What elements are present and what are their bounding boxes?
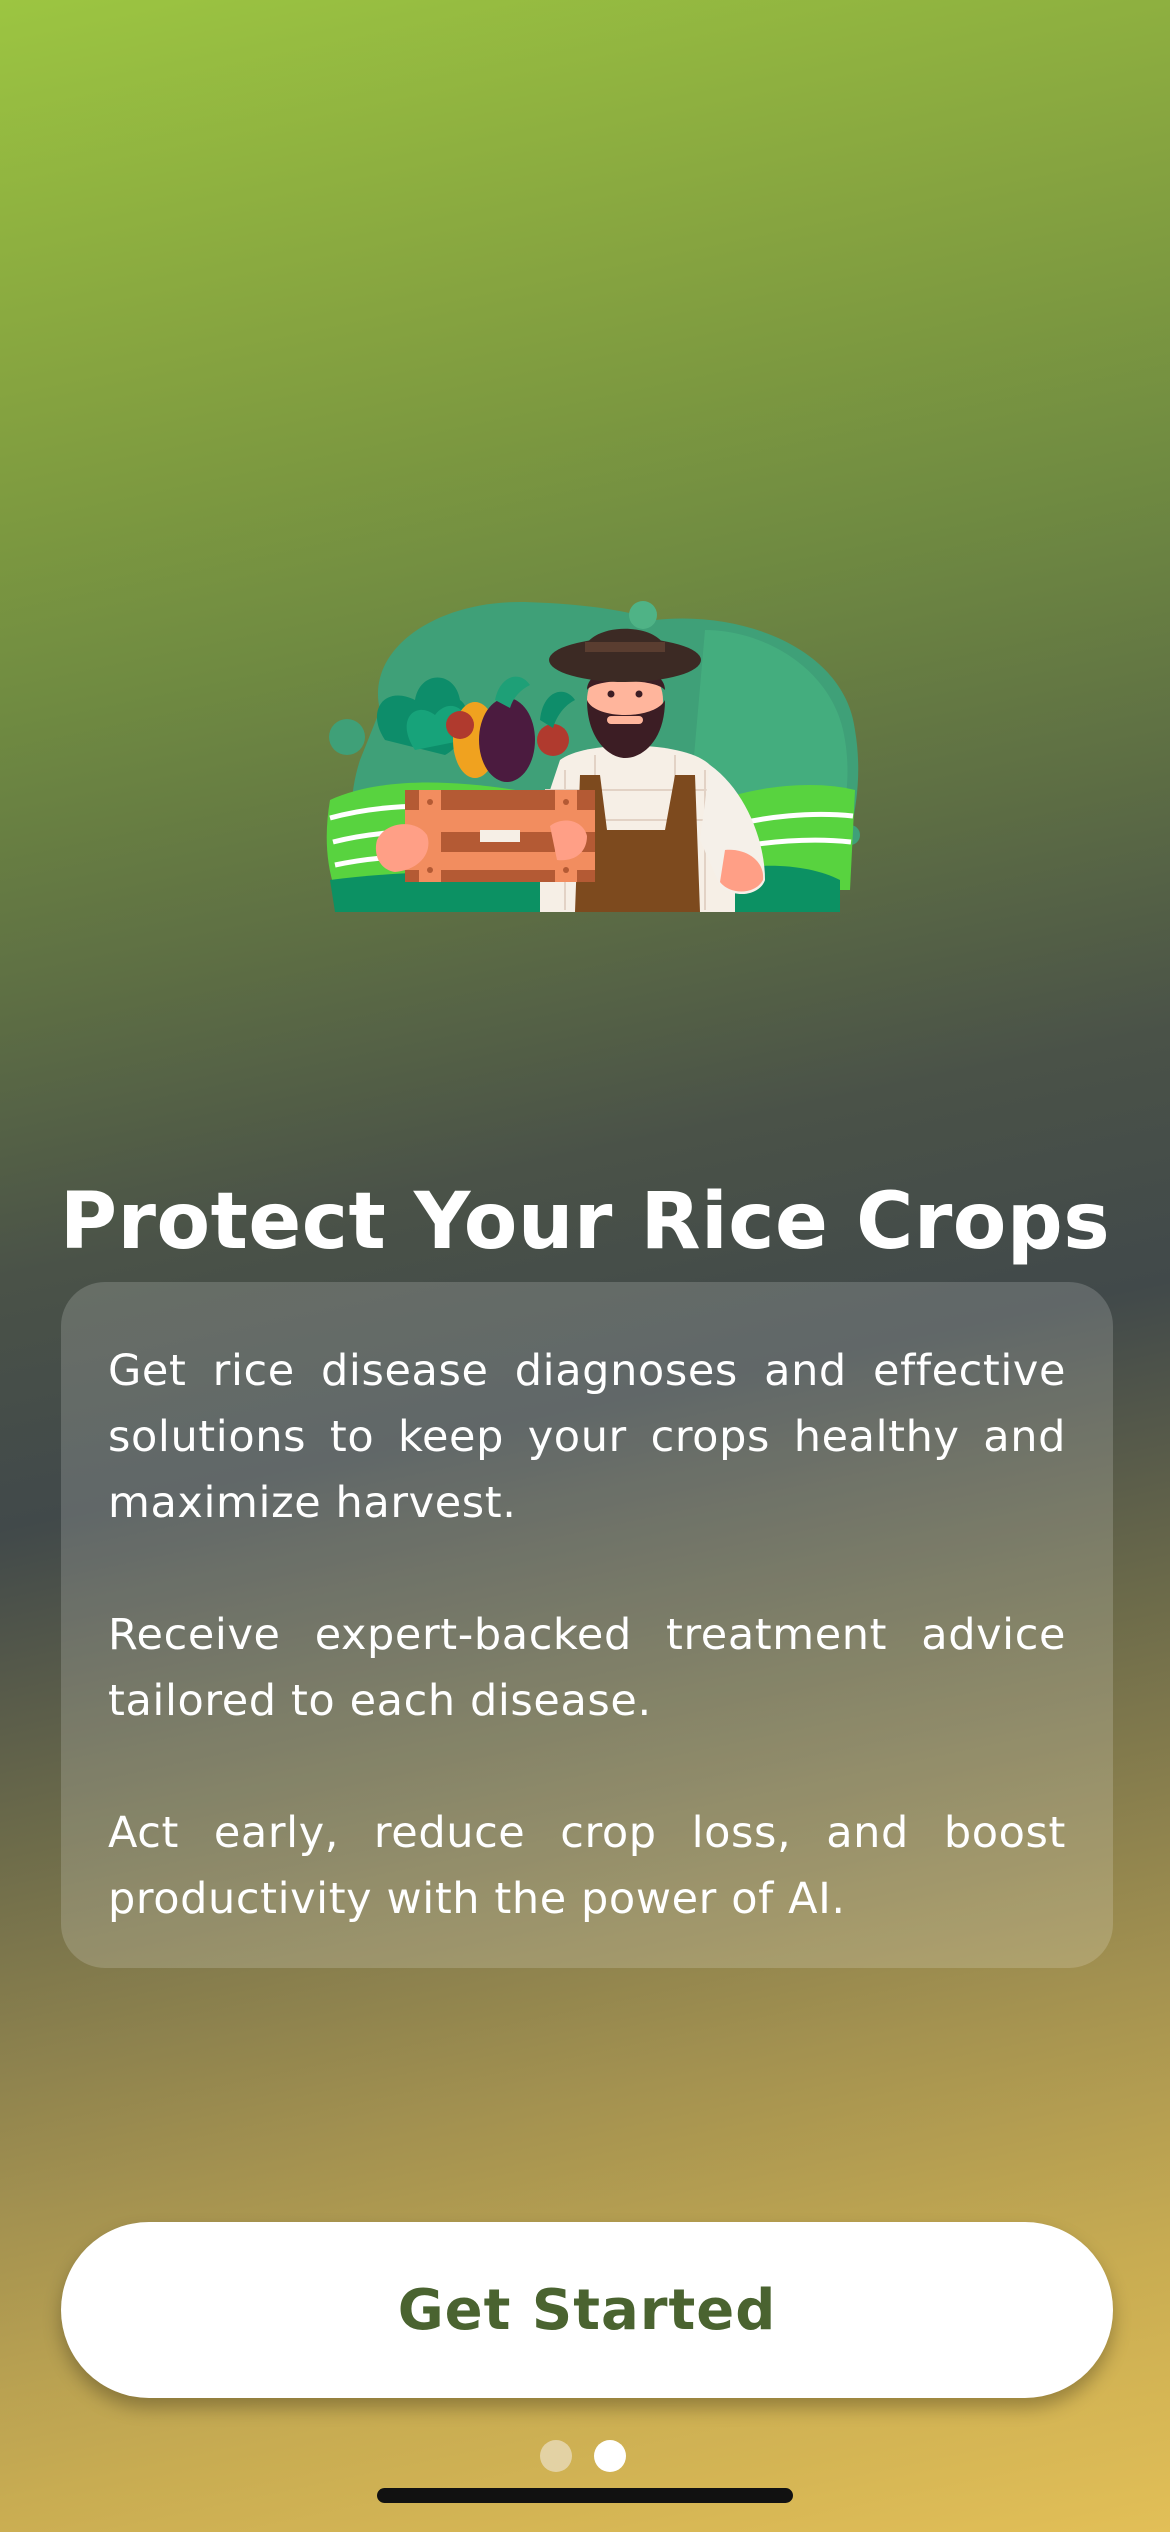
page-dot-2[interactable] bbox=[594, 2440, 626, 2472]
page-title: Protect Your Rice Crops bbox=[59, 1177, 1111, 1267]
get-started-button[interactable]: Get Started bbox=[61, 2222, 1113, 2398]
description-card: Get rice disease diagnoses and effective… bbox=[61, 1282, 1113, 1968]
description-paragraph-treatment: Receive expert-backed treatment advice t… bbox=[108, 1610, 1066, 1726]
page-indicator bbox=[540, 2440, 626, 2472]
farmer-illustration bbox=[326, 601, 860, 912]
description-paragraph-diagnosis: Get rice disease diagnoses and effective… bbox=[108, 1346, 1066, 1528]
description-paragraph-ai: Act early, reduce crop loss, and boost p… bbox=[108, 1808, 1066, 1924]
home-indicator[interactable] bbox=[377, 2488, 793, 2503]
page-dot-1[interactable] bbox=[540, 2440, 572, 2472]
